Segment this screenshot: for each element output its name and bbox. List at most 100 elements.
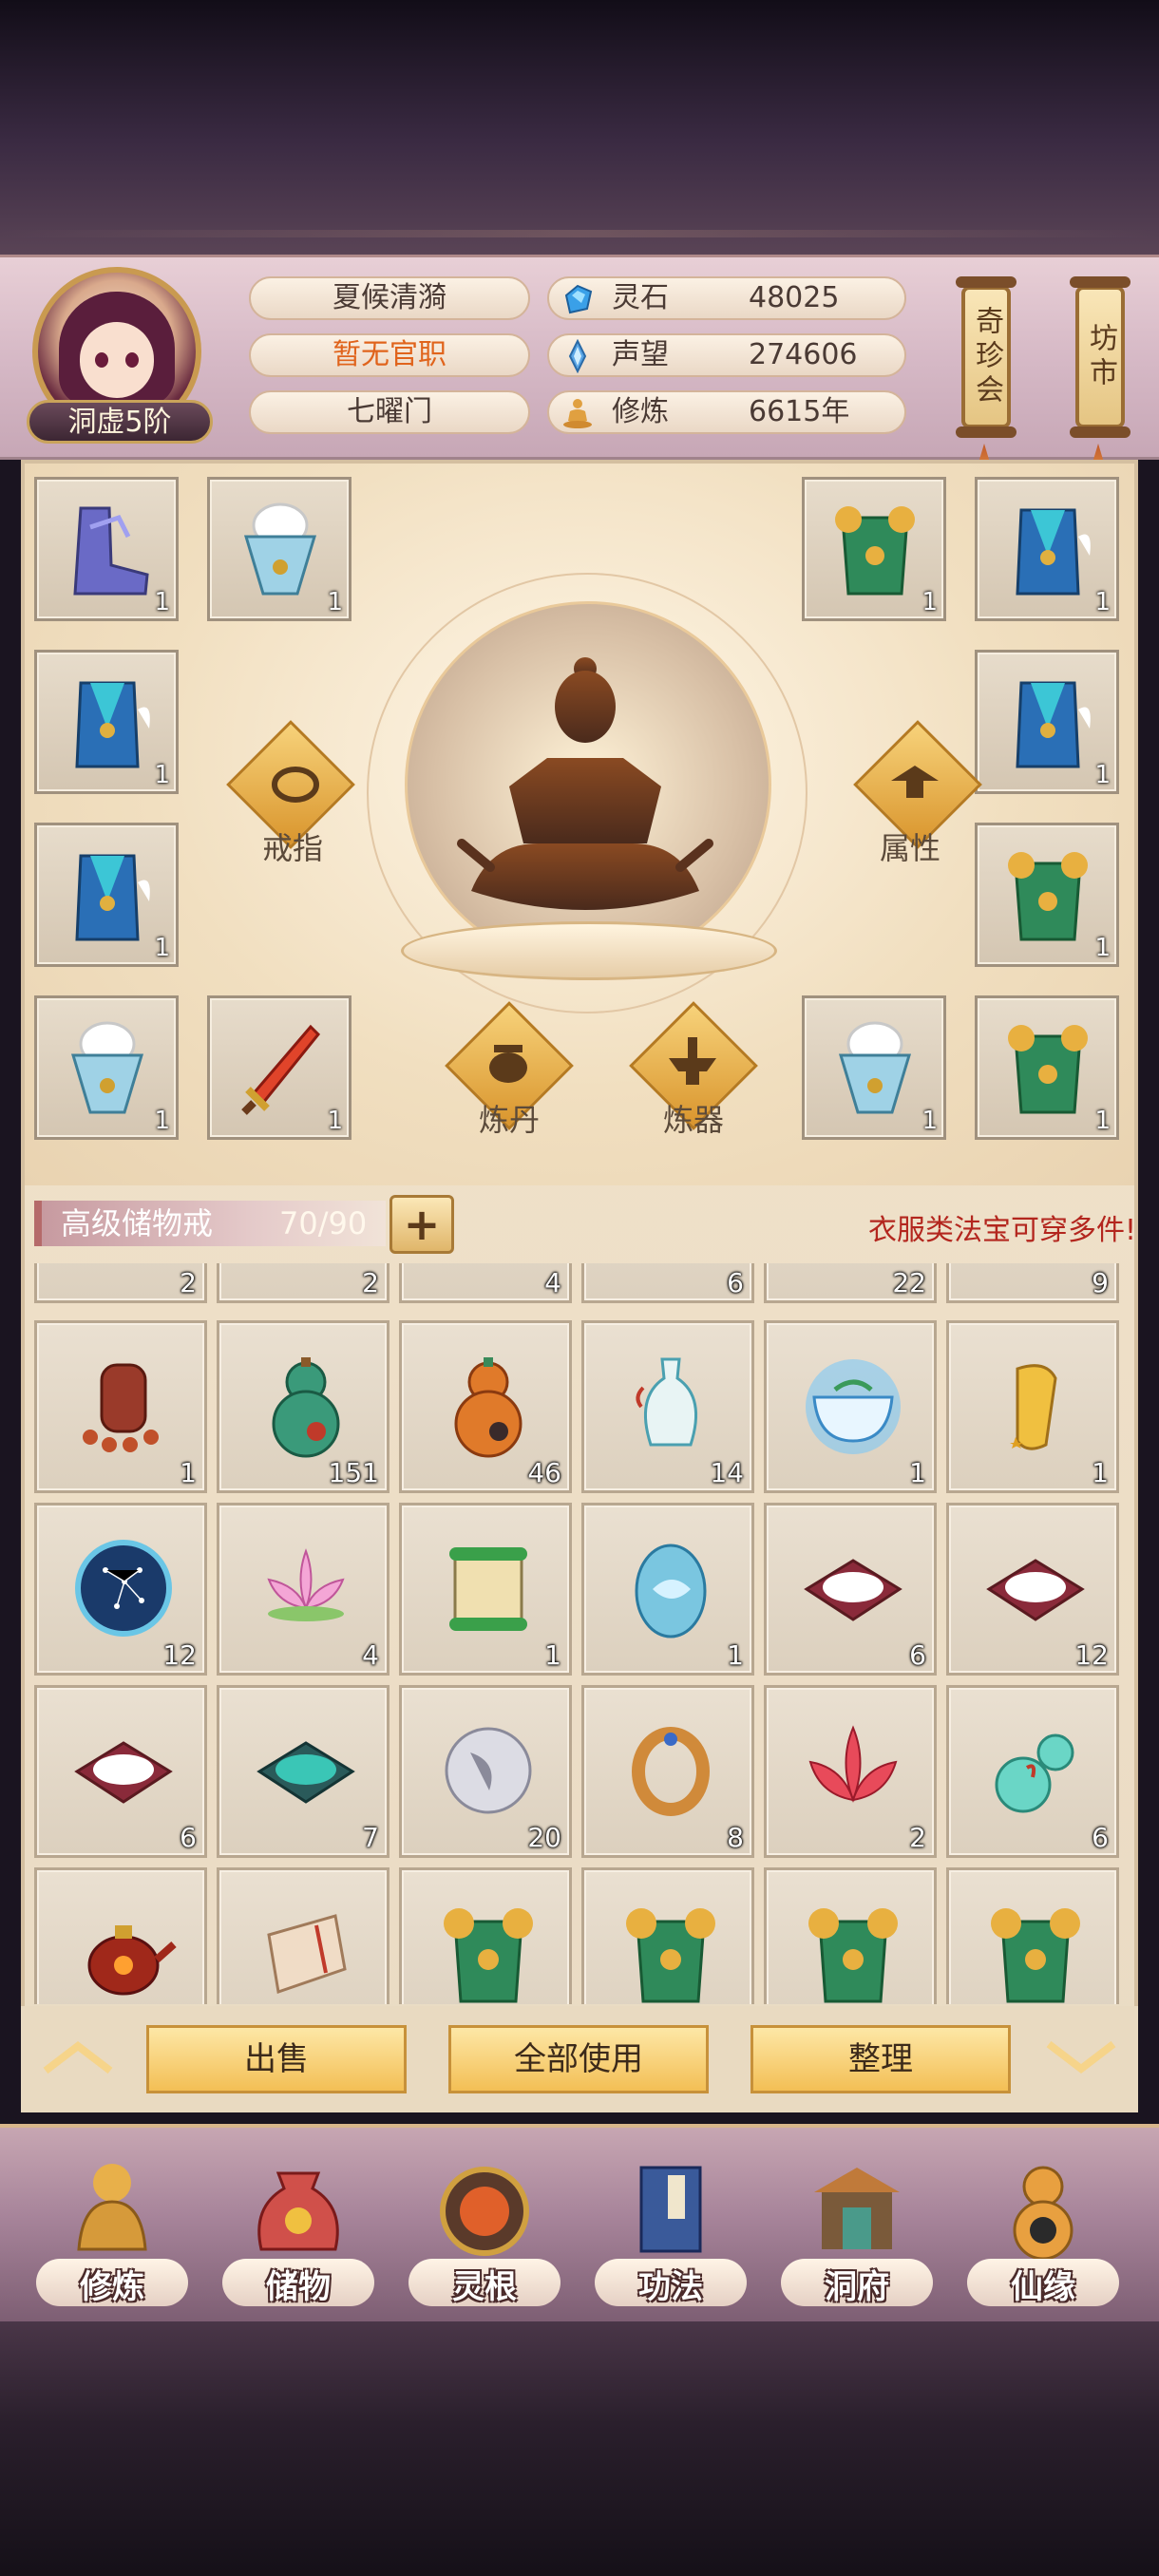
fur-cape-icon [838, 1021, 912, 1114]
equip-slot[interactable]: 1 [802, 995, 946, 1140]
nav-spirit-root[interactable]: 灵根 [399, 2147, 570, 2318]
storage-bag-icon [257, 2171, 339, 2251]
item-cell[interactable]: 1 [764, 1320, 937, 1493]
bone-scroll-icon [267, 1914, 347, 1994]
scroll-down-icon[interactable] [1043, 2038, 1119, 2076]
item-cell[interactable]: 6 [581, 1263, 754, 1303]
item-cell[interactable]: 1 [946, 1320, 1119, 1493]
fire-teapot-icon [87, 1925, 177, 1996]
anvil-icon [669, 1037, 716, 1085]
ring-label: 戒指 [261, 830, 323, 866]
item-cell[interactable]: 9 [946, 1263, 1119, 1303]
equip-slot[interactable]: 1 [207, 995, 352, 1140]
slot-count: 1 [1094, 761, 1111, 789]
item-cell[interactable]: 46 [399, 1320, 572, 1493]
expand-storage-button[interactable]: + [390, 1195, 454, 1254]
manual-book-icon [639, 2166, 702, 2253]
official-rank[interactable]: 暂无官职 [249, 333, 530, 377]
item-count: 6 [180, 1822, 197, 1853]
equip-tip: 衣服类法宝可穿多件! [867, 1214, 1136, 1247]
nav-immortal-fate[interactable]: 仙缘 [958, 2147, 1129, 2318]
equip-slot[interactable]: 1 [975, 823, 1119, 967]
slot-count: 1 [154, 588, 170, 616]
nav-label: 功法 [638, 2268, 703, 2306]
item-cell[interactable]: 2 [764, 1685, 937, 1858]
equip-slot[interactable]: 1 [34, 823, 179, 967]
item-cell[interactable]: 6 [764, 1503, 937, 1676]
cauldron-icon [489, 1045, 527, 1083]
nav-techniques[interactable]: 功法 [585, 2147, 756, 2318]
golden-scroll-icon [1010, 1364, 1057, 1450]
fate-gourd-icon [1013, 2166, 1074, 2261]
item-cell[interactable]: 1 [581, 1503, 754, 1676]
cultivator-icon [77, 2164, 147, 2251]
item-count: 1 [727, 1639, 744, 1671]
sell-button[interactable]: 出售 [146, 2025, 407, 2093]
nav-cultivate[interactable]: 修炼 [27, 2147, 198, 2318]
item-cell[interactable] [946, 1867, 1119, 2004]
storage-ring-label: 高级储物戒 70/90 [34, 1201, 386, 1246]
prayer-beads-icon [83, 1363, 159, 1452]
jade-scroll-icon [449, 1547, 527, 1631]
attributes-label: 属性 [879, 830, 940, 866]
item-cell[interactable]: 2 [34, 1263, 207, 1303]
item-cell[interactable] [764, 1867, 937, 2004]
bottom-nav: 修炼 储物 灵根 功法 洞府 仙缘 [0, 2124, 1159, 2325]
spirit-egg-icon [635, 1544, 707, 1638]
nav-cave[interactable]: 洞府 [771, 2147, 942, 2318]
item-cell[interactable]: 4 [399, 1263, 572, 1303]
spirit-stone-icon [564, 284, 593, 314]
item-cell[interactable] [34, 1867, 207, 2004]
item-cell[interactable]: 7 [217, 1685, 390, 1858]
item-cell[interactable]: 2 [217, 1263, 390, 1303]
treasure-fair-button[interactable]: 奇珍会 [956, 276, 1016, 438]
item-cell[interactable]: 12 [946, 1503, 1119, 1676]
boots-icon [73, 506, 149, 596]
pink-lotus-icon [267, 1548, 345, 1621]
item-grid: 2 2 4 6 22 9 1 151 46 14 1 1 12 4 1 1 6 … [34, 1263, 1127, 2004]
equip-slot[interactable]: 1 [34, 995, 179, 1140]
equip-slot[interactable]: 1 [34, 650, 179, 794]
item-cell[interactable]: 14 [581, 1320, 754, 1493]
item-cell[interactable] [217, 1867, 390, 2004]
item-cell[interactable]: 1 [399, 1503, 572, 1676]
slot-count: 1 [1094, 588, 1111, 616]
flame-sword-icon [241, 1024, 321, 1115]
equip-slot[interactable]: 1 [34, 477, 179, 621]
item-cell[interactable]: 6 [946, 1685, 1119, 1858]
item-cell[interactable]: 151 [217, 1320, 390, 1493]
winged-armor-icon [75, 681, 150, 768]
jade-armor-icon [835, 506, 915, 596]
item-cell[interactable]: 12 [34, 1503, 207, 1676]
equip-slot[interactable]: 1 [207, 477, 352, 621]
item-cell[interactable]: 8 [581, 1685, 754, 1858]
jade-armor-icon [1008, 1025, 1088, 1114]
item-cell[interactable]: 4 [217, 1503, 390, 1676]
item-cell[interactable]: 6 [34, 1685, 207, 1858]
equip-slot[interactable]: 1 [802, 477, 946, 621]
nav-label: 仙缘 [1011, 2268, 1075, 2306]
equip-slot[interactable]: 1 [975, 477, 1119, 621]
item-count: 20 [527, 1822, 561, 1853]
nav-label: 灵根 [452, 2268, 517, 2306]
scroll-up-icon[interactable] [40, 2038, 116, 2076]
sort-button[interactable]: 整理 [750, 2025, 1011, 2093]
fur-cape-icon [243, 502, 317, 596]
market-button[interactable]: 坊市 [1070, 276, 1130, 438]
jade-armor-icon [808, 1908, 898, 2003]
equip-slot[interactable]: 1 [975, 995, 1119, 1140]
item-cell[interactable]: 22 [764, 1263, 937, 1303]
fur-cape-icon [70, 1021, 144, 1114]
use-all-button[interactable]: 全部使用 [448, 2025, 709, 2093]
equip-slot[interactable]: 1 [975, 650, 1119, 794]
green-gourd-icon [272, 1357, 340, 1458]
item-cell[interactable]: 1 [34, 1320, 207, 1493]
item-cell[interactable]: 20 [399, 1685, 572, 1858]
item-count: 2 [362, 1267, 379, 1298]
slot-count: 1 [1094, 934, 1111, 962]
jade-armor-icon [444, 1908, 533, 2003]
item-cell[interactable] [581, 1867, 754, 2004]
elixir-vase-icon [636, 1357, 697, 1447]
nav-storage[interactable]: 储物 [213, 2147, 384, 2318]
item-cell[interactable] [399, 1867, 572, 2004]
